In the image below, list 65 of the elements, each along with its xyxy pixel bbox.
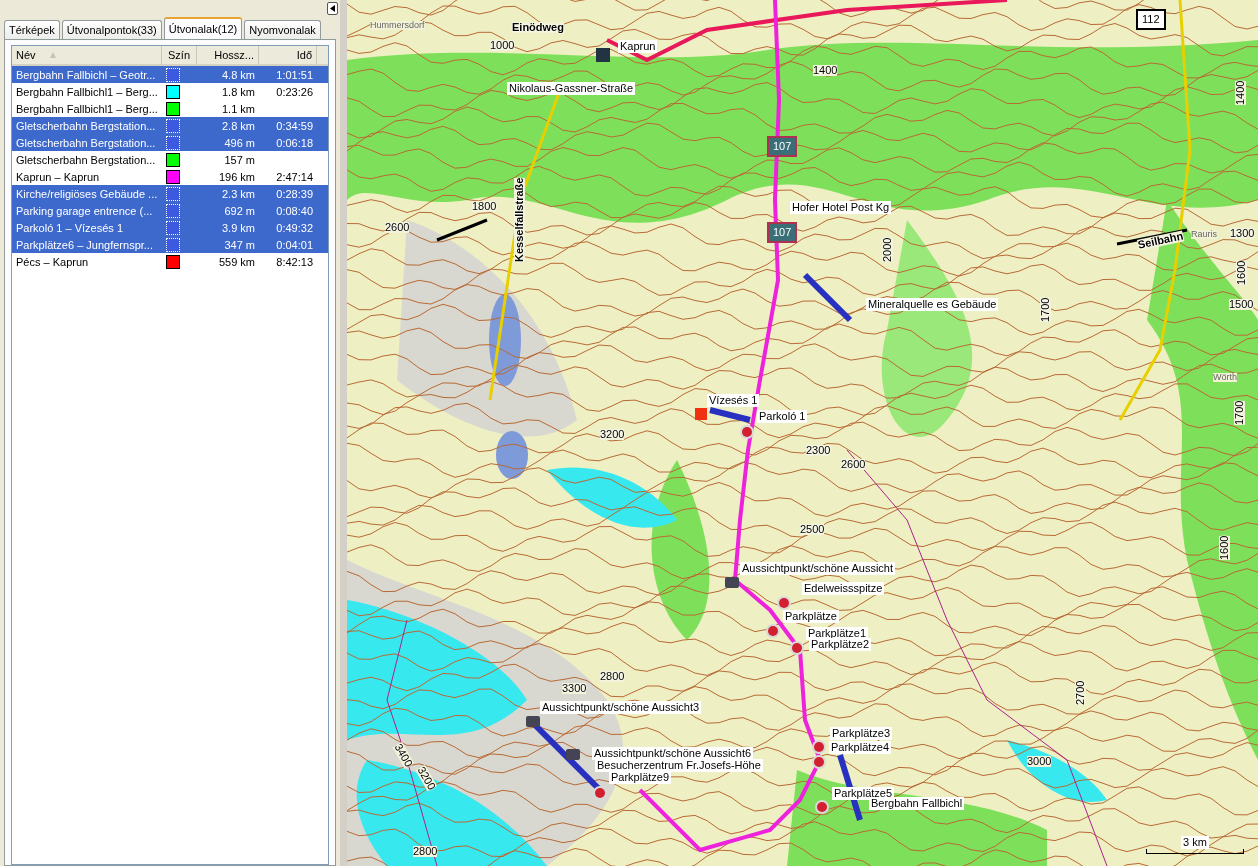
elevation-label: 1400 <box>813 65 838 76</box>
caret-icon <box>330 5 335 12</box>
elevation-label: 3000 <box>1027 756 1052 767</box>
elevation-label: 1000 <box>490 40 515 51</box>
elevation-label: 3200 <box>600 429 625 440</box>
elevation-label: 1600 <box>1219 535 1230 560</box>
route-row[interactable]: Kirche/religiöses Gebäude ... 2.3 km 0:28:39 <box>12 185 328 202</box>
route-row[interactable]: Bergbahn Fallbichl – Geotr... 4.8 km 1:01:51 <box>12 66 328 83</box>
place-label: Rauris <box>1191 230 1217 239</box>
waypoint-label: Kaprun <box>618 40 658 53</box>
road-number-sign: 107 <box>767 222 798 243</box>
waypoint-label: Parkplätze4 <box>829 741 892 754</box>
elevation-label: 1500 <box>1229 299 1254 310</box>
elevation-label: 2300 <box>806 445 831 456</box>
scale-bar: 3 km <box>1146 836 1244 854</box>
elevation-label: 2600 <box>385 222 410 233</box>
tab[interactable]: Útvonalak(12) <box>163 17 243 39</box>
route-row[interactable]: Gletscherbahn Bergstation... 2.8 km 0:34:59 <box>12 117 328 134</box>
elevation-label: 1300 <box>1230 228 1255 239</box>
elevation-label: 2800 <box>600 671 625 682</box>
elevation-label: 2000 <box>882 237 893 262</box>
waypoint-label: Parkplätze9 <box>609 771 672 784</box>
tab[interactable]: Térképek <box>4 20 60 39</box>
elevation-label: 2700 <box>1075 680 1086 705</box>
elevation-label: 2500 <box>800 524 825 535</box>
road-number-sign: 107 <box>767 136 798 157</box>
waypoint-label: Hofer Hotel Post Kg <box>790 201 892 214</box>
waypoint-label: Parkplätze5 <box>832 787 895 800</box>
elevation-label: 2800 <box>413 846 438 857</box>
route-row[interactable]: Gletscherbahn Bergstation... 496 m 0:06:18 <box>12 134 328 151</box>
column-header[interactable]: Idő <box>259 46 317 64</box>
road-label: Kesselfallstraße <box>514 177 525 262</box>
sort-arrow-icon <box>49 52 56 58</box>
waypoint-label: Bergbahn Fallbichl <box>869 797 965 810</box>
route-row[interactable]: Parkplätze6 – Jungfernspr... 347 m 0:04:01 <box>12 236 328 253</box>
waypoint-label: Aussichtpunkt/schöne Aussicht3 <box>540 701 702 714</box>
elevation-label: 1700 <box>1040 297 1051 322</box>
collapse-button[interactable] <box>327 2 338 15</box>
place-label: Hummersdorf <box>370 21 425 30</box>
waypoint-label: Nikolaus-Gassner-Straße <box>507 82 636 95</box>
route-row[interactable]: Parking garage entrence (... 692 m 0:08:40 <box>12 202 328 219</box>
road-number-sign: 112 <box>1136 9 1166 30</box>
elevation-label: 1800 <box>472 201 497 212</box>
waypoint-label: Mineralquelle es Gebäude <box>866 298 999 311</box>
elevation-label: 1700 <box>1234 400 1245 425</box>
column-header[interactable]: Szín <box>162 46 197 64</box>
waypoint-label: Parkoló 1 <box>757 410 808 423</box>
waypoint-label: Aussichtpunkt/schöne Aussicht <box>740 562 896 575</box>
route-row[interactable]: Parkoló 1 – Vízesés 1 3.9 km 0:49:32 <box>12 219 328 236</box>
waypoint-label: Edelweissspitze <box>802 582 885 595</box>
waypoint-label: Parkplätze2 <box>809 638 872 651</box>
waypoint-label: Vízesés 1 <box>707 394 760 407</box>
column-header[interactable]: Hossz... <box>197 46 259 64</box>
place-label: Wörth <box>1213 373 1237 382</box>
column-header[interactable]: Név <box>12 46 162 64</box>
tab[interactable]: Nyomvonalak <box>244 20 321 39</box>
elevation-label: 3300 <box>562 683 587 694</box>
elevation-label: 1400 <box>1235 80 1246 105</box>
elevation-label: 2600 <box>841 459 866 470</box>
elevation-label: 1600 <box>1236 260 1247 285</box>
road-label: Einödweg <box>512 22 564 33</box>
waypoint-label: Parkplätze <box>783 610 839 623</box>
tab[interactable]: Útvonalpontok(33) <box>61 20 162 39</box>
waypoint-label: Besucherzentrum Fr.Josefs-Höhe <box>595 759 763 772</box>
waypoint-label: Parkplätze3 <box>830 727 893 740</box>
